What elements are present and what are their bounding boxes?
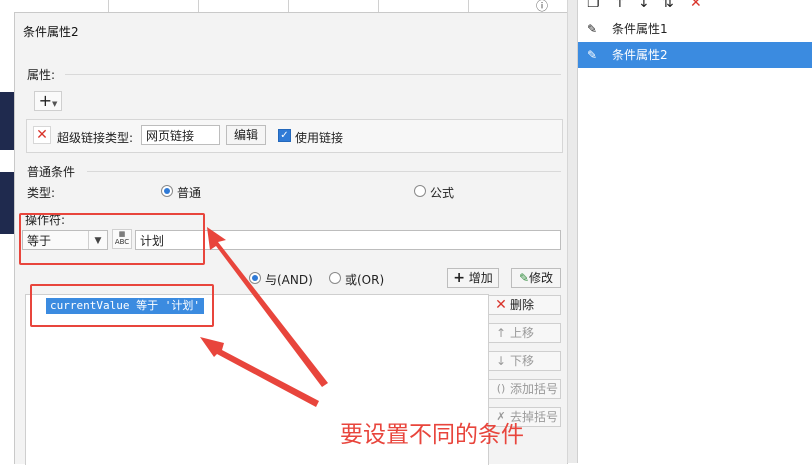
move-down-icon[interactable]: ↓ [638,0,650,11]
condition-list-panel: ❐ ↑ ↓ ⇅ ✕ ✎ 条件属性1 ✎ 条件属性2 [577,0,812,463]
copy-icon[interactable]: ❐ [587,0,600,11]
right-panel-item-label: 条件属性1 [612,22,668,36]
sort-icon[interactable]: ⇅ [662,0,674,11]
pencil-icon: ✎ [586,22,598,36]
annotation-text: 要设置不同的条件 [340,422,524,448]
arrow-to-operator [207,227,328,387]
delete-icon[interactable]: ✕ [690,0,702,11]
arrow-to-condition [200,337,319,407]
right-panel-item-1[interactable]: ✎ 条件属性1 [578,16,812,42]
pencil-icon: ✎ [586,48,598,62]
right-panel-item-label: 条件属性2 [612,48,668,62]
right-panel-item-2[interactable]: ✎ 条件属性2 [578,42,812,68]
move-up-icon[interactable]: ↑ [614,0,626,11]
